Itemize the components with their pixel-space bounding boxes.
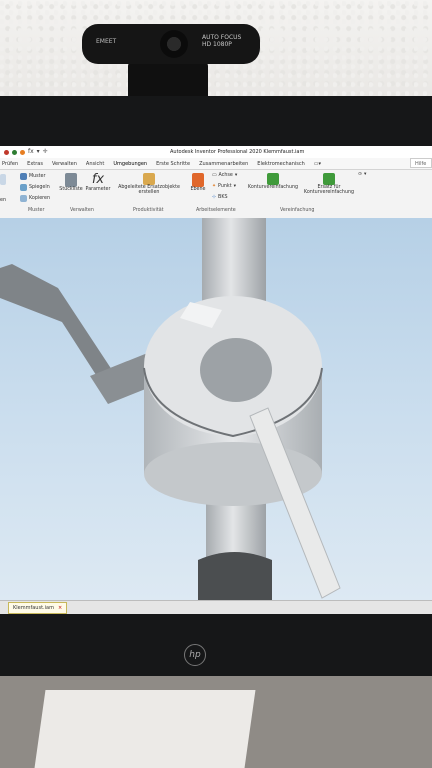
ebene-label: Ebene: [190, 187, 206, 192]
kopieren-label: Kopieren: [29, 196, 51, 201]
undo-icon[interactable]: [4, 149, 9, 155]
ersatz-konturvereinfachung-button[interactable]: Ersatz für Konturvereinfachung: [302, 173, 356, 195]
ribbon-settings-button[interactable]: ⊙ ▾: [358, 172, 366, 177]
kopieren-button[interactable]: Kopieren: [20, 195, 50, 202]
tab-zusammenarbeiten[interactable]: Zusammenarbeiten: [199, 158, 248, 169]
tab-erste-schritte[interactable]: Erste Schritte: [156, 158, 190, 169]
konturvereinfachung-label: Konturvereinfachung: [247, 185, 299, 190]
group-label-verwalten: Verwalten: [70, 208, 94, 213]
bks-label: BKS: [218, 195, 228, 200]
inventor-window: fx ▾ ✛ Autodesk Inventor Professional 20…: [0, 146, 432, 614]
paper-on-desk: [34, 690, 256, 768]
document-tab-klemmfaust[interactable]: Klemmfaust.iam ×: [8, 602, 68, 614]
close-icon[interactable]: ×: [58, 603, 62, 613]
window-title: Autodesk Inventor Professional 2020 Klem…: [170, 149, 305, 155]
tab-extras[interactable]: Extras: [27, 158, 43, 169]
group-label-muster: Muster: [28, 208, 45, 213]
quick-access-toolbar: fx ▾ ✛: [4, 146, 48, 158]
tab-verwalten[interactable]: Verwalten: [52, 158, 77, 169]
monitor-logo: hp: [184, 644, 206, 666]
stueckliste-label: Stückliste: [59, 187, 83, 192]
tab-more-button[interactable]: ▭▾: [314, 158, 321, 169]
abgeleitete-label: Abgeleitete Ersatzobjekte erstellen: [118, 185, 180, 195]
settings-dropdown-icon: ▾: [364, 172, 367, 177]
spiegeln-button[interactable]: Spiegeln: [20, 184, 50, 191]
partial-icon: [0, 174, 6, 185]
achse-dropdown-icon: ▾: [234, 173, 238, 178]
dropdown-icon[interactable]: ▾: [37, 146, 40, 158]
fx-icon[interactable]: fx: [28, 146, 34, 158]
partial-label: en: [0, 198, 6, 203]
parameter-button[interactable]: fx Parameter: [85, 172, 111, 193]
group-label-vereinfachung: Vereinfachung: [280, 208, 315, 213]
webcam-feature-line1: AUTO FOCUS: [202, 34, 242, 41]
ucs-icon: ⊹: [212, 195, 217, 200]
ribbon-panel: en Muster Spiegeln Kopieren Stückliste f…: [0, 170, 432, 219]
bore-hole: [200, 338, 272, 402]
muster-label: Muster: [29, 174, 46, 179]
help-search-input[interactable]: Hilfe und: [410, 158, 432, 177]
tab-elektromechanisch[interactable]: Elektromechanisch: [257, 158, 305, 169]
spiegeln-label: Spiegeln: [29, 185, 50, 190]
update-icon[interactable]: [12, 149, 17, 155]
point-icon: ✦: [212, 184, 217, 189]
konturvereinfachung-button[interactable]: Konturvereinfachung: [246, 173, 300, 190]
webcam-lens: [160, 30, 188, 58]
pattern-icon: [20, 173, 27, 180]
webcam-feature-line2: HD 1080P: [202, 41, 232, 48]
plane-icon: [192, 173, 204, 187]
group-label-produktivitaet: Produktivität: [133, 208, 164, 213]
webcam-brand: EMEET: [96, 38, 117, 45]
bks-button[interactable]: ⊹ BKS: [212, 195, 228, 200]
tab-umgebungen[interactable]: Umgebungen: [113, 158, 147, 169]
parameter-label: Parameter: [85, 187, 111, 192]
ribbon-left-partial: [0, 174, 6, 185]
ersatz-label: Ersatz für Konturvereinfachung: [303, 185, 355, 195]
ribbon-left-partial-label: en: [0, 198, 6, 203]
assembly-model: [0, 218, 341, 600]
punkt-dropdown-icon: ▾: [233, 184, 237, 189]
stueckliste-button[interactable]: Stückliste: [58, 173, 84, 192]
measure-icon[interactable]: ✛: [43, 146, 48, 158]
achse-button[interactable]: ▭ Achse ▾: [212, 173, 237, 178]
document-tab-label: Klemmfaust.iam: [13, 605, 54, 611]
punkt-label: Punkt: [218, 184, 232, 189]
ribbon-tabs: Prüfen Extras Verwalten Ansicht Umgebung…: [0, 158, 432, 170]
lever-arm: [0, 264, 112, 378]
graphics-viewport[interactable]: [0, 218, 432, 600]
copy-icon: [20, 195, 27, 202]
shaft-foot: [198, 552, 272, 600]
achse-label: Achse: [218, 173, 233, 178]
axis-icon: ▭: [212, 173, 217, 178]
muster-button[interactable]: Muster: [20, 173, 45, 180]
webcam-feature: AUTO FOCUS HD 1080P: [202, 34, 241, 48]
tab-ansicht[interactable]: Ansicht: [86, 158, 104, 169]
shrinkwrap-icon: [267, 173, 279, 185]
abgeleitete-ersatzobjekte-button[interactable]: Abgeleitete Ersatzobjekte erstellen: [116, 173, 182, 195]
punkt-button[interactable]: ✦ Punkt ▾: [212, 184, 236, 189]
gear-icon: ⊙: [358, 172, 363, 177]
mirror-icon: [20, 184, 27, 191]
ebene-button[interactable]: Ebene: [188, 173, 208, 192]
material-icon[interactable]: [20, 149, 25, 155]
tab-pruefen[interactable]: Prüfen: [2, 158, 18, 169]
group-label-arbeitselemente: Arbeitselemente: [196, 208, 236, 213]
fx-parameter-icon: fx: [91, 172, 105, 187]
shrinkwrap-substitute-icon: [323, 173, 335, 185]
document-tab-bar: Klemmfaust.iam ×: [0, 600, 432, 614]
substitute-icon: [143, 173, 155, 185]
webcam: EMEET AUTO FOCUS HD 1080P: [82, 24, 260, 64]
bom-icon: [65, 173, 77, 187]
